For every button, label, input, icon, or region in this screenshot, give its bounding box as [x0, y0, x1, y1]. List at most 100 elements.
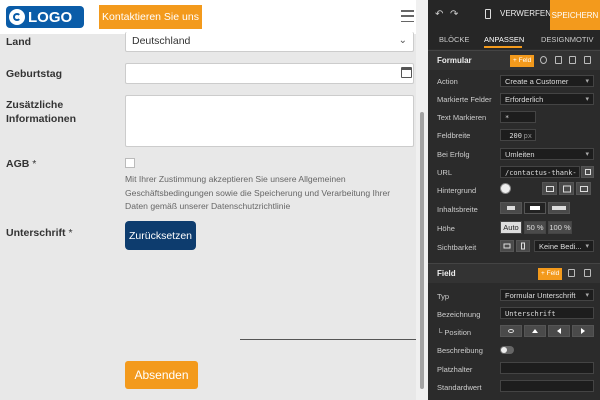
visibility-label: Sichtbarkeit [437, 243, 477, 252]
content-width-medium-icon[interactable] [524, 202, 546, 214]
screen: LOGO Kontaktieren Sie uns Land Deutschla… [0, 0, 600, 400]
signature-required-marker: * [68, 227, 73, 239]
on-success-value: Umleiten [505, 150, 535, 159]
reset-signature-button[interactable]: Zurücksetzen [125, 221, 196, 250]
trash-icon[interactable] [584, 56, 591, 64]
birthday-input[interactable] [125, 63, 414, 84]
on-success-select[interactable]: Umleiten ▾ [500, 148, 594, 160]
height-option-100[interactable]: 100 % [548, 221, 572, 234]
placeholder-input[interactable] [500, 362, 594, 374]
video-bg-icon[interactable] [559, 182, 574, 195]
scrollbar-thumb[interactable] [420, 112, 424, 389]
tab-anpassen[interactable]: ANPASSEN [484, 35, 524, 44]
add-field-button[interactable]: + Feld [510, 55, 535, 67]
discard-button[interactable]: VERWERFEN [500, 9, 551, 18]
default-value-label: Standardwert [437, 383, 482, 392]
move-up-icon[interactable] [524, 325, 546, 337]
editor-toolbar: ↶ ↷ VERWERFEN SPEICHERN [428, 0, 600, 30]
contact-button[interactable]: Kontaktieren Sie uns [99, 5, 202, 29]
desktop-visibility-icon[interactable] [500, 240, 514, 252]
undo-icon[interactable]: ↶ [435, 9, 443, 20]
signature-label: Unterschrift * [6, 226, 73, 240]
logo-text: LOGO [28, 8, 73, 26]
marked-fields-value: Erforderlich [505, 95, 544, 104]
redo-icon[interactable]: ↷ [450, 9, 458, 20]
link-icon[interactable] [540, 56, 547, 64]
submit-button[interactable]: Absenden [125, 361, 198, 389]
preview-scrollbar[interactable] [416, 0, 428, 400]
save-block-icon[interactable] [555, 56, 562, 64]
action-label: Action [437, 77, 458, 86]
signature-pad-line[interactable] [240, 339, 416, 340]
background-label: Hintergrund [437, 186, 477, 195]
visibility-select[interactable]: Keine Bedi... ▾ [534, 240, 594, 252]
logo[interactable]: LOGO [6, 6, 84, 28]
dropdown-arrow-icon: ▾ [585, 292, 589, 299]
duplicate-icon[interactable] [569, 56, 576, 64]
tab-designmotiv[interactable]: DESIGNMOTIV [541, 35, 594, 44]
calendar-icon[interactable] [401, 67, 412, 78]
action-select[interactable]: Create a Customer ▾ [500, 75, 594, 87]
move-right-icon[interactable] [572, 325, 594, 337]
color-picker-icon[interactable] [500, 183, 511, 194]
agb-required-marker: * [32, 158, 37, 170]
description-label: Beschreibung [437, 346, 483, 355]
field-section-title: Field [437, 269, 456, 278]
name-input[interactable]: Unterschrift [500, 307, 594, 319]
on-success-label: Bei Erfolg [437, 150, 470, 159]
info-label: Zusätzliche Informationen [6, 98, 76, 126]
url-label: URL [437, 168, 453, 177]
formular-section-header: Formular + Feld [428, 50, 600, 70]
type-select-value: Formular Unterschrift [505, 291, 576, 300]
gallery-bg-icon[interactable] [576, 182, 591, 195]
field-width-value: 200 [509, 132, 522, 140]
formular-section-title: Formular [437, 56, 472, 65]
land-select-value: Deutschland [132, 35, 191, 47]
hide-field-icon[interactable] [500, 325, 522, 337]
trash-icon[interactable] [584, 269, 591, 277]
marked-fields-label: Markierte Felder [437, 95, 492, 104]
text-marked-label: Text Markieren [437, 113, 487, 122]
position-label: └ Position [437, 328, 472, 337]
chevron-down-icon: ⌄ [398, 35, 407, 46]
agb-label-text: AGB [6, 158, 30, 170]
dropdown-arrow-icon: ▾ [585, 78, 589, 85]
land-label: Land [6, 36, 32, 48]
height-option-auto[interactable]: Auto [500, 221, 522, 234]
height-option-50[interactable]: 50 % [524, 221, 546, 234]
agb-label: AGB * [6, 157, 36, 171]
description-toggle[interactable] [500, 346, 514, 354]
content-width-narrow-icon[interactable] [500, 202, 522, 214]
hamburger-menu-icon[interactable] [401, 10, 414, 22]
dropdown-arrow-icon: ▾ [585, 96, 589, 103]
content-width-label: Inhaltsbreite [437, 205, 478, 214]
default-value-input[interactable] [500, 380, 594, 392]
land-select[interactable]: Deutschland ⌄ [125, 32, 414, 52]
text-marked-input[interactable]: * [500, 111, 536, 123]
tab-bloecke[interactable]: BLÖCKE [439, 35, 469, 44]
save-button[interactable]: SPEICHERN [550, 0, 600, 30]
agb-checkbox[interactable] [125, 158, 135, 168]
signature-label-text: Unterschrift [6, 227, 66, 239]
field-width-label: Feldbreite [437, 131, 471, 140]
add-field-button[interactable]: + Feld [538, 268, 563, 280]
mobile-visibility-icon[interactable] [516, 240, 530, 252]
mobile-device-icon[interactable] [485, 9, 491, 19]
duplicate-icon[interactable] [568, 269, 575, 277]
field-width-input[interactable]: 200 px [500, 129, 536, 141]
dropdown-arrow-icon: ▾ [585, 151, 589, 158]
move-left-icon[interactable] [548, 325, 570, 337]
field-width-unit: px [523, 132, 532, 140]
editor-panel: ↶ ↷ VERWERFEN SPEICHERN BLÖCKE ANPASSEN … [428, 0, 600, 400]
info-label-line1: Zusätzliche [6, 99, 64, 111]
url-input[interactable]: /contactus-thank- [500, 166, 580, 178]
birthday-label: Geburtstag [6, 68, 63, 80]
additional-info-textarea[interactable] [125, 95, 414, 147]
agb-consent-text: Mit Ihrer Zustimmung akzeptieren Sie uns… [125, 174, 391, 211]
type-select[interactable]: Formular Unterschrift ▾ [500, 289, 594, 301]
open-link-icon[interactable] [581, 166, 594, 178]
marked-fields-select[interactable]: Erforderlich ▾ [500, 93, 594, 105]
visibility-value: Keine Bedi... [539, 242, 582, 251]
content-width-full-icon[interactable] [548, 202, 570, 214]
image-bg-icon[interactable] [542, 182, 557, 195]
